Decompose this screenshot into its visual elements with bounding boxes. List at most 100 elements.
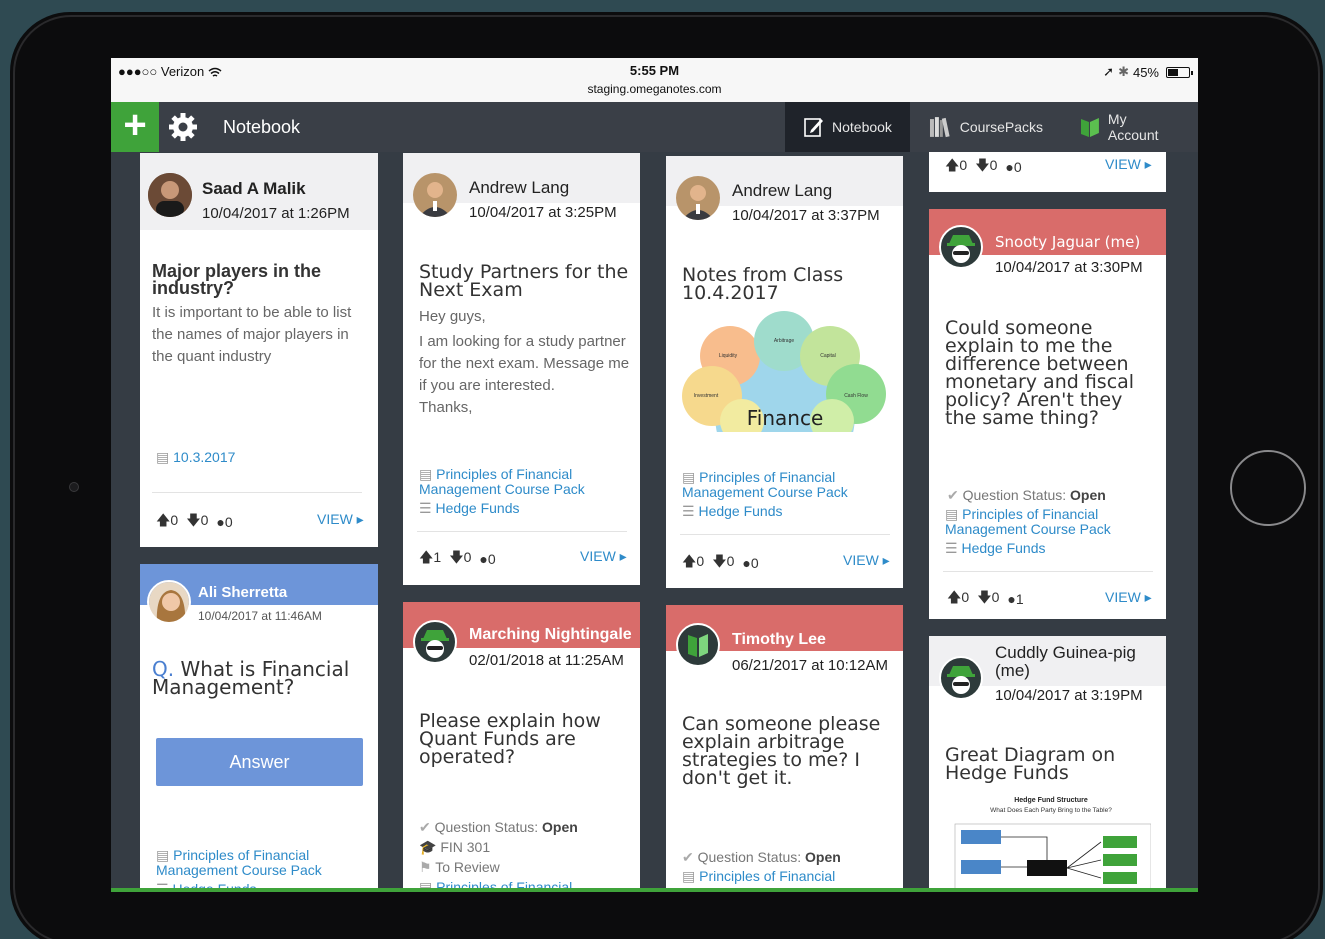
downvote-button[interactable]: 🡇0 — [975, 155, 997, 179]
check-icon: ✔ — [419, 819, 435, 835]
author-name[interactable]: Andrew Lang — [732, 181, 832, 201]
post-date: 02/01/2018 at 11:25AM — [469, 652, 624, 669]
course-link[interactable]: ▤ Principles of Financial Management Cou… — [156, 848, 356, 878]
comment-count[interactable]: ●0 — [742, 555, 758, 571]
course-link[interactable]: ▤ Principles of Financial Management Cou… — [945, 507, 1155, 537]
home-button[interactable] — [1230, 450, 1306, 526]
vote-stats: 🡅0 🡇0 ●0 — [156, 510, 233, 534]
folder-link[interactable]: ☰ Hedge Funds — [419, 501, 520, 516]
upvote-button[interactable]: 🡅0 — [156, 510, 178, 534]
author-name[interactable]: Saad A Malik — [202, 179, 306, 199]
avatar — [148, 173, 192, 217]
note-card-andrew-notes[interactable]: Andrew Lang 10/04/2017 at 3:37PM Notes f… — [666, 156, 903, 588]
vote-stats: 🡅0 🡇0 ●1 — [947, 587, 1024, 611]
diagram-title: Hedge Fund Structure — [1014, 797, 1088, 804]
spy-icon — [947, 666, 975, 694]
omega-book-icon — [688, 634, 708, 657]
question-title: Can someone please explain arbitrage str… — [682, 713, 881, 789]
comment-count[interactable]: ●0 — [1005, 159, 1021, 175]
add-note-button[interactable]: + — [111, 102, 159, 152]
note-card-saad[interactable]: Saad A Malik 10/04/2017 at 1:26PM Major … — [140, 153, 378, 547]
note-icon: ▤ — [419, 466, 437, 482]
diagram-center-label: Finance — [747, 406, 824, 430]
diagram-label: Investment — [694, 393, 719, 399]
folder-link[interactable]: ☰ Hedge Funds — [945, 541, 1046, 556]
view-button[interactable]: VIEW ▸ — [1105, 156, 1152, 173]
note-card-ali[interactable]: Ali Sherretta 10/04/2017 at 11:46AM Q. W… — [140, 564, 378, 892]
author-name[interactable]: Ali Sherretta — [198, 584, 287, 601]
check-icon: ✔ — [947, 487, 963, 503]
battery-icon — [1166, 66, 1193, 78]
bluetooth-icon: ✱ — [1118, 64, 1129, 79]
upvote-button[interactable]: 🡅0 — [945, 155, 967, 179]
view-button[interactable]: VIEW ▸ — [580, 548, 627, 565]
vote-stats: 🡅1 🡇0 ●0 — [419, 547, 496, 571]
question-status: ✔ Question Status: Open — [419, 819, 578, 835]
flag-icon: ⚑ — [419, 859, 436, 875]
clock: 5:55 PM — [629, 63, 680, 78]
post-date: 10/04/2017 at 3:30PM — [995, 259, 1143, 276]
note-card-partial[interactable]: 🡅0 🡇0 ●0 VIEW ▸ — [929, 152, 1166, 192]
view-button[interactable]: VIEW ▸ — [843, 552, 890, 569]
course-link[interactable]: ▤ Principles of Financial — [682, 869, 835, 884]
author-name[interactable]: Snooty Jaguar (me) — [995, 233, 1140, 251]
note-icon: ▤ — [156, 847, 174, 863]
upvote-button[interactable]: 🡅1 — [419, 547, 441, 571]
course-link[interactable]: ▤ Principles of Financial Management Cou… — [682, 470, 892, 500]
anonymous-avatar — [939, 225, 983, 269]
diagram-subtitle: What Does Each Party Bring to the Table? — [990, 807, 1112, 814]
note-title: Notes from Class 10.4.2017 — [682, 264, 844, 304]
course-link[interactable]: ▤ Principles of Financial Management Cou… — [419, 467, 629, 497]
comment-count[interactable]: ●0 — [216, 514, 232, 530]
folder-link[interactable]: ☰ Hedge Funds — [682, 504, 783, 519]
question-title: Q. What is Financial Management? — [152, 657, 350, 699]
spy-icon — [421, 630, 449, 658]
note-title: Study Partners for the Next Exam — [419, 261, 629, 301]
downvote-button[interactable]: 🡇0 — [712, 551, 734, 575]
author-name[interactable]: Andrew Lang — [469, 178, 569, 198]
note-card-andrew-study[interactable]: Andrew Lang 10/04/2017 at 3:25PM Study P… — [403, 153, 640, 585]
avatar — [676, 176, 720, 220]
note-card-timothy[interactable]: Timothy Lee 06/21/2017 at 10:12AM Can so… — [666, 605, 903, 892]
flag-label[interactable]: ⚑ To Review — [419, 859, 500, 876]
omega-book-icon — [1080, 118, 1099, 137]
tab-my-account[interactable]: My Account — [1061, 102, 1198, 152]
note-card-cuddly-guinea-pig[interactable]: Cuddly Guinea-pig (me) 10/04/2017 at 3:1… — [929, 636, 1166, 892]
divider — [943, 571, 1153, 572]
divider — [417, 531, 627, 532]
note-title: Major players in the industry? — [152, 261, 322, 298]
view-button[interactable]: VIEW ▸ — [317, 511, 364, 528]
comment-count[interactable]: ●0 — [479, 551, 495, 567]
notebook-edit-icon — [804, 118, 823, 137]
gear-icon[interactable] — [167, 111, 199, 143]
check-icon: ✔ — [682, 849, 698, 865]
post-date: 10/04/2017 at 11:46AM — [198, 609, 322, 623]
author-name[interactable]: Cuddly Guinea-pig (me) — [995, 644, 1155, 680]
class-label[interactable]: 🎓 FIN 301 — [419, 839, 490, 856]
status-right: ➚ ✱ 45% — [1103, 64, 1193, 80]
tab-notebook[interactable]: Notebook — [785, 102, 910, 152]
post-date: 10/04/2017 at 3:37PM — [732, 207, 880, 224]
author-name[interactable]: Timothy Lee — [732, 631, 826, 649]
question-title: Please explain how Quant Funds are opera… — [419, 710, 601, 768]
url-bar[interactable]: staging.omeganotes.com — [111, 82, 1198, 96]
note-body: It is important to be able to list the n… — [152, 304, 352, 365]
downvote-button[interactable]: 🡇0 — [186, 510, 208, 534]
comment-count[interactable]: ●1 — [1007, 591, 1023, 607]
divider — [680, 534, 890, 535]
downvote-button[interactable]: 🡇0 — [977, 587, 999, 611]
note-card-snooty-jaguar[interactable]: Snooty Jaguar (me) 10/04/2017 at 3:30PM … — [929, 209, 1166, 619]
upvote-button[interactable]: 🡅0 — [947, 587, 969, 611]
avatar — [413, 173, 457, 217]
upvote-button[interactable]: 🡅0 — [682, 551, 704, 575]
downvote-button[interactable]: 🡇0 — [449, 547, 471, 571]
answer-button[interactable]: Answer — [156, 738, 363, 786]
post-date: 10/04/2017 at 1:26PM — [202, 205, 350, 222]
app-screen: ●●●○○ Verizon 5:55 PM staging.omeganotes… — [111, 58, 1198, 892]
note-body: Hey guys, I am looking for a study partn… — [419, 308, 630, 416]
tag-link[interactable]: ▤ 10.3.2017 — [156, 450, 235, 465]
author-name[interactable]: Marching Nightingale — [469, 626, 632, 644]
tab-coursepacks[interactable]: CoursePacks — [911, 102, 1061, 152]
note-card-marching-nightingale[interactable]: Marching Nightingale 02/01/2018 at 11:25… — [403, 602, 640, 892]
view-button[interactable]: VIEW ▸ — [1105, 589, 1152, 606]
